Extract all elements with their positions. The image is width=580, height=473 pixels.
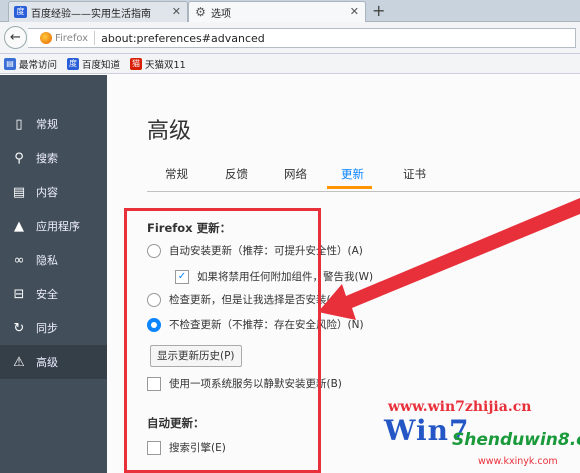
- watermark-logo-secondary: Shenduwin8.com: [452, 430, 580, 450]
- tab-label: 选项: [211, 9, 231, 20]
- advanced-tabs: 常规 反馈 网络 更新 证书: [147, 156, 580, 192]
- lock-icon: ⊟: [13, 286, 25, 302]
- highlight-box: [124, 208, 321, 473]
- bookmark-most-visited[interactable]: ▤ 最常访问: [4, 57, 57, 71]
- search-icon: ⚲: [14, 150, 24, 166]
- sidebar-item-sync[interactable]: ↻ 同步: [0, 311, 107, 345]
- baidu-icon: 度: [14, 6, 27, 18]
- gear-icon: ⚙: [195, 5, 206, 19]
- tab-feedback[interactable]: 反馈: [225, 166, 248, 182]
- sidebar-item-privacy[interactable]: ∞ 隐私: [0, 243, 107, 277]
- bookmark-folder-icon: ▤: [4, 57, 16, 70]
- sidebar-item-search[interactable]: ⚲ 搜索: [0, 141, 107, 175]
- bookmark-tmall[interactable]: 猫 天猫双11: [130, 57, 186, 71]
- bookmark-baidu-zhidao[interactable]: 度 百度知道: [67, 57, 120, 71]
- bookmarks-bar: ▤ 最常访问 度 百度知道 猫 天猫双11: [0, 54, 580, 74]
- sidebar-item-advanced[interactable]: ⚠ 高级: [0, 345, 107, 379]
- content-icon: ▤: [12, 184, 26, 200]
- sync-icon: ↻: [13, 320, 25, 336]
- close-icon[interactable]: ✕: [172, 5, 181, 18]
- watermark-url-secondary: www.kxinyk.com: [478, 456, 558, 467]
- navigation-bar: ← Firefox about:preferences#advanced: [0, 22, 580, 54]
- tab-certificates[interactable]: 证书: [403, 166, 426, 182]
- new-tab-button[interactable]: +: [372, 1, 385, 21]
- general-icon: ▯: [15, 116, 23, 132]
- tab-general[interactable]: 常规: [165, 166, 188, 182]
- firefox-icon: [40, 32, 52, 44]
- back-button[interactable]: ←: [4, 26, 27, 49]
- mask-icon: ∞: [13, 252, 25, 268]
- tab-label: 百度经验——实用生活指南: [31, 8, 151, 20]
- sidebar-item-security[interactable]: ⊟ 安全: [0, 277, 107, 311]
- sidebar-item-applications[interactable]: ▲ 应用程序: [0, 209, 107, 243]
- rocket-icon: ▲: [14, 218, 24, 234]
- sidebar-item-content[interactable]: ▤ 内容: [0, 175, 107, 209]
- wizard-hat-icon: ⚠: [13, 354, 25, 370]
- tab-options[interactable]: ⚙ 选项 ✕: [188, 1, 366, 23]
- tab-network[interactable]: 网络: [284, 166, 307, 182]
- page-title: 高级: [147, 119, 192, 144]
- close-icon[interactable]: ✕: [350, 5, 359, 18]
- tab-update[interactable]: 更新: [341, 166, 364, 182]
- active-tab-indicator: [327, 186, 372, 189]
- tmall-icon: 猫: [130, 57, 143, 70]
- url-text: about:preferences#advanced: [101, 31, 265, 45]
- tab-baidu[interactable]: 度 百度经验——实用生活指南 ✕: [8, 1, 188, 22]
- preferences-sidebar: ▯ 常规 ⚲ 搜索 ▤ 内容 ▲ 应用程序 ∞ 隐私 ⊟ 安全 ↻ 同步 ⚠ 高: [0, 75, 107, 473]
- baidu-icon: 度: [67, 57, 80, 70]
- identity-label: Firefox: [55, 32, 89, 44]
- sidebar-item-general[interactable]: ▯ 常规: [0, 107, 107, 141]
- browser-window: 度 百度经验——实用生活指南 ✕ ⚙ 选项 ✕ + ← Firefox abou…: [0, 0, 580, 473]
- url-bar[interactable]: Firefox about:preferences#advanced: [28, 28, 576, 48]
- tab-strip: 度 百度经验——实用生活指南 ✕ ⚙ 选项 ✕ +: [0, 0, 580, 23]
- watermark-url: www.win7zhijia.cn: [388, 399, 532, 415]
